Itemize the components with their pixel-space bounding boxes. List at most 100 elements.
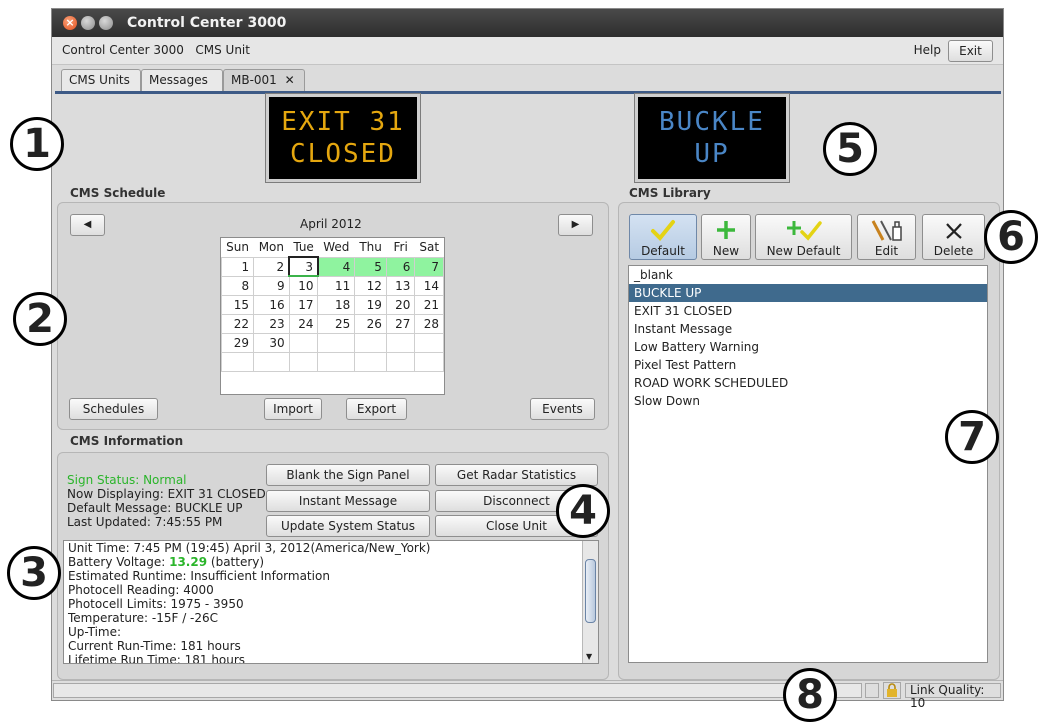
message-library-list[interactable]: _blank BUCKLE UP EXIT 31 CLOSED Instant Mes… (628, 265, 988, 663)
calendar-day[interactable]: 22 (220, 313, 255, 334)
new-default-button[interactable]: New Default (755, 214, 852, 260)
calendar-week (220, 351, 444, 372)
calendar-day[interactable]: 29 (220, 332, 255, 353)
photocell-reading-line: Photocell Reading: 4000 (68, 583, 214, 597)
battery-voltage-suffix: (battery) (207, 555, 265, 569)
library-list-item[interactable]: Slow Down (629, 392, 987, 410)
calendar-day[interactable]: 2 (253, 256, 290, 277)
edit-label: Edit (874, 244, 899, 258)
exit-button[interactable]: Exit (948, 40, 993, 62)
calendar-day[interactable]: 6 (385, 256, 416, 277)
help-menu[interactable]: Help (914, 43, 941, 57)
estimated-runtime-line: Estimated Runtime: Insufficient Informat… (68, 569, 330, 583)
default-label: Default (641, 244, 685, 258)
callout-6: 6 (984, 210, 1038, 264)
set-default-button[interactable]: Default (629, 214, 697, 260)
calendar-empty-cell (317, 332, 356, 353)
now-displaying-text: Now Displaying: EXIT 31 CLOSED (67, 487, 266, 501)
library-list-item[interactable]: Low Battery Warning (629, 338, 987, 356)
schedules-button[interactable]: Schedules (69, 398, 158, 420)
library-list-item[interactable]: ROAD WORK SCHEDULED (629, 374, 987, 392)
calendar-day[interactable]: 23 (253, 313, 290, 334)
update-system-status-button[interactable]: Update System Status (266, 515, 430, 537)
library-section-title: CMS Library (629, 186, 711, 200)
library-list-item[interactable]: BUCKLE UP (629, 284, 987, 302)
tab-cms-units[interactable]: CMS Units (61, 69, 141, 91)
events-button[interactable]: Events (530, 398, 595, 420)
library-list-item[interactable]: EXIT 31 CLOSED (629, 302, 987, 320)
prev-month-button[interactable]: ◀ (70, 214, 105, 236)
arrow-left-icon: ◀ (83, 219, 92, 230)
tab-mb-001[interactable]: MB-001 ✕ (223, 69, 305, 91)
calendar-day[interactable]: 16 (253, 294, 290, 315)
edit-tools-icon (858, 218, 915, 244)
close-window-button[interactable]: × (63, 16, 77, 30)
callout-2: 2 (13, 292, 67, 346)
up-time-line: Up-Time: (68, 625, 122, 639)
blank-sign-panel-button[interactable]: Blank the Sign Panel (266, 464, 430, 486)
library-list-item[interactable]: _blank (629, 266, 987, 284)
calendar-day[interactable]: 15 (220, 294, 255, 315)
delete-message-button[interactable]: Delete (922, 214, 985, 260)
calendar-day[interactable]: 21 (414, 294, 444, 315)
calendar-day[interactable]: 20 (385, 294, 416, 315)
new-message-button[interactable]: New (701, 214, 751, 260)
calendar-day[interactable]: 27 (385, 313, 416, 334)
calendar-day[interactable]: 10 (288, 275, 319, 296)
weekday-header: Sat (419, 240, 440, 255)
scrollbar-thumb[interactable] (585, 559, 596, 623)
status-message-area (53, 683, 862, 698)
library-list-item[interactable]: Pixel Test Pattern (629, 356, 987, 374)
minimize-window-button[interactable] (81, 16, 95, 30)
calendar-grid[interactable]: Sun Mon Tue Wed Thu Fri Sat 1 2 3 4 5 6 7 8 9 10 11 12 13 1… (220, 237, 445, 395)
delete-icon (923, 218, 984, 244)
calendar-day[interactable]: 28 (414, 313, 444, 334)
calendar-day[interactable]: 9 (253, 275, 290, 296)
current-sign-display: EXIT 31 CLOSED (265, 93, 421, 183)
details-scrollbar[interactable]: ▼ (582, 541, 598, 663)
import-button[interactable]: Import (264, 398, 322, 420)
plus-check-icon (756, 218, 851, 244)
menu-bar: Control Center 3000 CMS Unit Help Exit (52, 37, 1003, 65)
calendar-day[interactable]: 19 (354, 294, 387, 315)
calendar-day[interactable]: 1 (220, 256, 255, 277)
calendar-day[interactable]: 12 (354, 275, 387, 296)
edit-message-button[interactable]: Edit (857, 214, 916, 260)
weekday-header: Fri (393, 240, 408, 255)
get-radar-statistics-button[interactable]: Get Radar Statistics (435, 464, 598, 486)
status-cell (865, 683, 879, 698)
export-button[interactable]: Export (346, 398, 407, 420)
next-month-button[interactable]: ▶ (558, 214, 593, 236)
calendar-day[interactable]: 3 (288, 256, 319, 277)
calendar-week: 1234567 (220, 256, 444, 277)
default-message-text: Default Message: BUCKLE UP (67, 501, 243, 515)
calendar-day[interactable]: 18 (317, 294, 356, 315)
calendar-empty-cell (385, 332, 416, 353)
tab-close-icon[interactable]: ✕ (285, 73, 295, 87)
instant-message-button[interactable]: Instant Message (266, 490, 430, 512)
scroll-down-icon[interactable]: ▼ (586, 652, 592, 661)
calendar-day[interactable]: 17 (288, 294, 319, 315)
calendar-day[interactable]: 4 (317, 256, 356, 277)
calendar-day[interactable]: 24 (288, 313, 319, 334)
calendar-day[interactable]: 25 (317, 313, 356, 334)
maximize-window-button[interactable] (99, 16, 113, 30)
calendar-day[interactable]: 30 (253, 332, 290, 353)
new-default-label: New Default (766, 244, 841, 258)
calendar-day[interactable]: 8 (220, 275, 255, 296)
library-list-item[interactable]: Instant Message (629, 320, 987, 338)
unit-details-textarea[interactable]: Unit Time: 7:45 PM (19:45) April 3, 2012… (63, 540, 599, 664)
default-sign-display: BUCKLE UP (634, 93, 790, 183)
calendar-day[interactable]: 7 (414, 256, 444, 277)
delete-label: Delete (933, 244, 974, 258)
last-updated-text: Last Updated: 7:45:55 PM (67, 515, 223, 529)
app-unit-label: Control Center 3000 CMS Unit (62, 43, 250, 57)
tab-label: Messages (149, 73, 208, 87)
calendar-day[interactable]: 14 (414, 275, 444, 296)
tab-messages[interactable]: Messages (141, 69, 223, 91)
calendar-day[interactable]: 13 (385, 275, 416, 296)
calendar-day[interactable]: 26 (354, 313, 387, 334)
calendar-month-label: April 2012 (300, 217, 362, 231)
calendar-day[interactable]: 11 (317, 275, 356, 296)
calendar-day[interactable]: 5 (354, 256, 387, 277)
